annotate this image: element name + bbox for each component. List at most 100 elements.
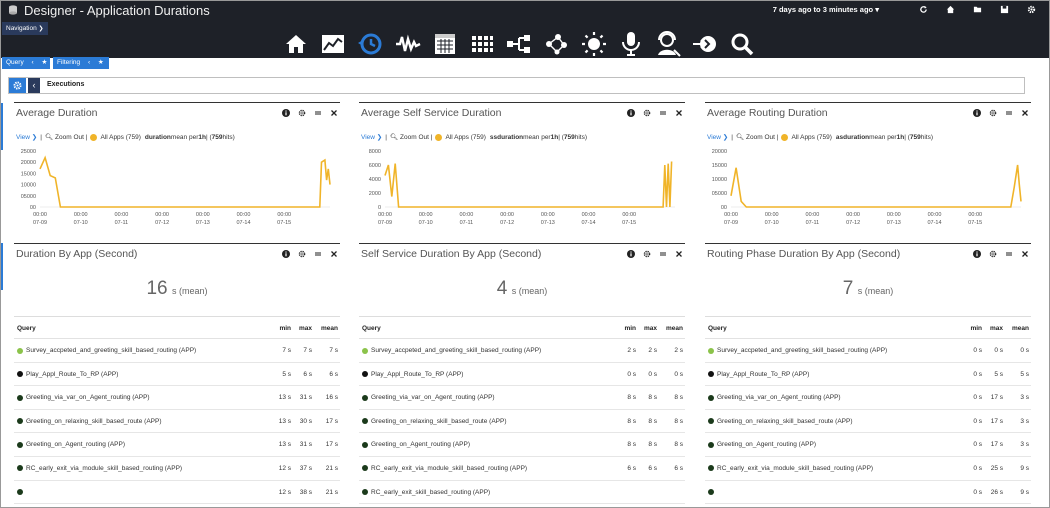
table-row[interactable]: Greeting_via_var_on_Agent_routing (APP) … xyxy=(359,386,685,410)
chevron-left-icon[interactable]: ‹ xyxy=(88,59,90,66)
column-header-max[interactable]: max xyxy=(644,325,657,332)
close-icon[interactable] xyxy=(674,249,683,258)
column-header-min[interactable]: min xyxy=(279,325,291,332)
gear-icon[interactable] xyxy=(297,249,306,258)
navigation-toggle[interactable]: Navigation ❯ xyxy=(2,22,48,35)
table-row[interactable]: Greeting_on_Agent_routing (APP) 0 s 17 s… xyxy=(705,433,1031,457)
agent-icon[interactable] xyxy=(655,31,681,57)
series-line[interactable] xyxy=(384,161,673,208)
info-icon[interactable] xyxy=(972,249,981,258)
close-icon[interactable] xyxy=(329,108,338,117)
drag-handle-icon[interactable] xyxy=(313,249,322,258)
microphone-icon[interactable] xyxy=(618,31,644,57)
table-row[interactable]: Greeting_via_var_on_Agent_routing (APP) … xyxy=(705,386,1031,410)
view-link[interactable]: View ❯ xyxy=(16,133,37,141)
gear-icon[interactable] xyxy=(297,108,306,117)
column-header-query[interactable]: Query xyxy=(362,325,381,332)
gear-icon[interactable] xyxy=(642,108,651,117)
table-row[interactable]: Play_Appl_Route_To_RP (APP) 0 s 0 s 0 s xyxy=(359,363,685,387)
table-row[interactable]: Survey_accpeted_and_greeting_skill_based… xyxy=(705,339,1031,363)
view-link[interactable]: View ❯ xyxy=(361,133,382,141)
info-icon[interactable] xyxy=(281,249,290,258)
close-icon[interactable] xyxy=(329,249,338,258)
drag-handle-icon[interactable] xyxy=(313,108,322,117)
table-row[interactable]: Survey_accpeted_and_greeting_skill_based… xyxy=(359,339,685,363)
save-icon[interactable] xyxy=(1000,5,1009,14)
column-header-query[interactable]: Query xyxy=(17,325,36,332)
calendar-grid-icon[interactable] xyxy=(432,31,458,57)
table-row[interactable]: Greeting_on_Agent_routing (APP) 13 s 31 … xyxy=(14,433,340,457)
drag-handle-icon[interactable] xyxy=(658,249,667,258)
table-row[interactable]: Play_Appl_Route_To_RP (APP) 5 s 6 s 6 s xyxy=(14,363,340,387)
table-row[interactable]: Greeting_on_relaxing_skill_based_route (… xyxy=(14,410,340,434)
series-line[interactable] xyxy=(730,164,1022,208)
query-pill[interactable]: Query ‹ ★ xyxy=(2,57,50,69)
gear-icon[interactable] xyxy=(642,249,651,258)
folder-icon[interactable] xyxy=(973,5,982,14)
apps-grid-icon[interactable] xyxy=(469,31,495,57)
table-row[interactable]: RC_early_exit_via_module_skill_based_rou… xyxy=(359,457,685,481)
search-icon[interactable] xyxy=(729,31,755,57)
info-icon[interactable] xyxy=(626,108,635,117)
home-icon[interactable] xyxy=(283,31,309,57)
table-row[interactable]: Survey_accpeted_and_greeting_skill_based… xyxy=(14,339,340,363)
line-chart[interactable]: 25000200001500010000050000000:0007-0900:… xyxy=(14,143,340,239)
zoom-out-button[interactable]: 🔍︎ Zoom Out | xyxy=(390,133,432,141)
table-row[interactable]: 0 s 26 s 9 s xyxy=(705,481,1031,505)
refresh-icon[interactable] xyxy=(919,5,928,14)
line-chart[interactable]: 200001500010000050000000:0007-0900:0007-… xyxy=(705,143,1031,239)
home-icon[interactable] xyxy=(946,5,955,14)
zoom-out-button[interactable]: 🔍︎ Zoom Out | xyxy=(45,133,87,141)
table-row[interactable]: RC_early_exit_via_module_skill_based_rou… xyxy=(705,457,1031,481)
series-label[interactable]: All Apps (759) xyxy=(445,134,485,141)
series-label[interactable]: All Apps (759) xyxy=(791,134,831,141)
table-row[interactable]: Greeting_on_relaxing_skill_based_route (… xyxy=(359,410,685,434)
column-header-mean[interactable]: mean xyxy=(1012,325,1029,332)
column-header-min[interactable]: min xyxy=(970,325,982,332)
column-header-min[interactable]: min xyxy=(624,325,636,332)
history-clock-icon[interactable] xyxy=(357,31,383,57)
close-icon[interactable] xyxy=(674,108,683,117)
table-row[interactable]: RC_early_exit_via_module_skill_based_rou… xyxy=(14,457,340,481)
drag-handle-icon[interactable] xyxy=(658,108,667,117)
sun-icon[interactable] xyxy=(581,31,607,57)
filtering-pill[interactable]: Filtering ‹ ★ xyxy=(53,57,109,69)
collapse-chevron-icon[interactable]: ‹ xyxy=(28,78,40,93)
series-line[interactable] xyxy=(39,155,331,208)
exit-icon[interactable] xyxy=(692,31,718,57)
star-icon[interactable]: ★ xyxy=(98,59,104,66)
flow-diagram-icon[interactable] xyxy=(506,31,532,57)
view-link[interactable]: View ❯ xyxy=(707,133,728,141)
info-icon[interactable] xyxy=(281,108,290,117)
column-header-mean[interactable]: mean xyxy=(321,325,338,332)
gear-icon[interactable] xyxy=(988,108,997,117)
time-range-dropdown[interactable]: 7 days ago to 3 minutes ago ▾ xyxy=(773,5,879,14)
line-chart[interactable]: 8000600040002000000:0007-0900:0007-1000:… xyxy=(359,143,685,239)
series-label[interactable]: All Apps (759) xyxy=(100,134,140,141)
drag-handle-icon[interactable] xyxy=(1004,108,1013,117)
network-icon[interactable] xyxy=(543,31,569,57)
executions-settings-button[interactable] xyxy=(9,78,26,93)
chevron-left-icon[interactable]: ‹ xyxy=(32,59,34,66)
table-row[interactable]: Greeting_on_relaxing_skill_based_route (… xyxy=(705,410,1031,434)
table-row[interactable]: 12 s 38 s 21 s xyxy=(14,481,340,505)
close-icon[interactable] xyxy=(1020,108,1029,117)
column-header-query[interactable]: Query xyxy=(708,325,727,332)
table-row[interactable]: RC_early_exit_skill_based_routing (APP) xyxy=(359,481,685,505)
column-header-mean[interactable]: mean xyxy=(666,325,683,332)
line-chart-icon[interactable] xyxy=(320,31,346,57)
close-icon[interactable] xyxy=(1020,249,1029,258)
info-icon[interactable] xyxy=(972,108,981,117)
waveform-icon[interactable] xyxy=(395,31,421,57)
gear-icon[interactable] xyxy=(988,249,997,258)
table-row[interactable]: Play_Appl_Route_To_RP (APP) 0 s 5 s 5 s xyxy=(705,363,1031,387)
star-icon[interactable]: ★ xyxy=(42,59,48,66)
table-row[interactable]: Greeting_on_Agent_routing (APP) 8 s 8 s … xyxy=(359,433,685,457)
info-icon[interactable] xyxy=(626,249,635,258)
drag-handle-icon[interactable] xyxy=(1004,249,1013,258)
settings-icon[interactable] xyxy=(1027,5,1036,14)
table-row[interactable]: Greeting_via_var_on_Agent_routing (APP) … xyxy=(14,386,340,410)
zoom-out-button[interactable]: 🔍︎ Zoom Out | xyxy=(736,133,778,141)
column-header-max[interactable]: max xyxy=(299,325,312,332)
column-header-max[interactable]: max xyxy=(990,325,1003,332)
